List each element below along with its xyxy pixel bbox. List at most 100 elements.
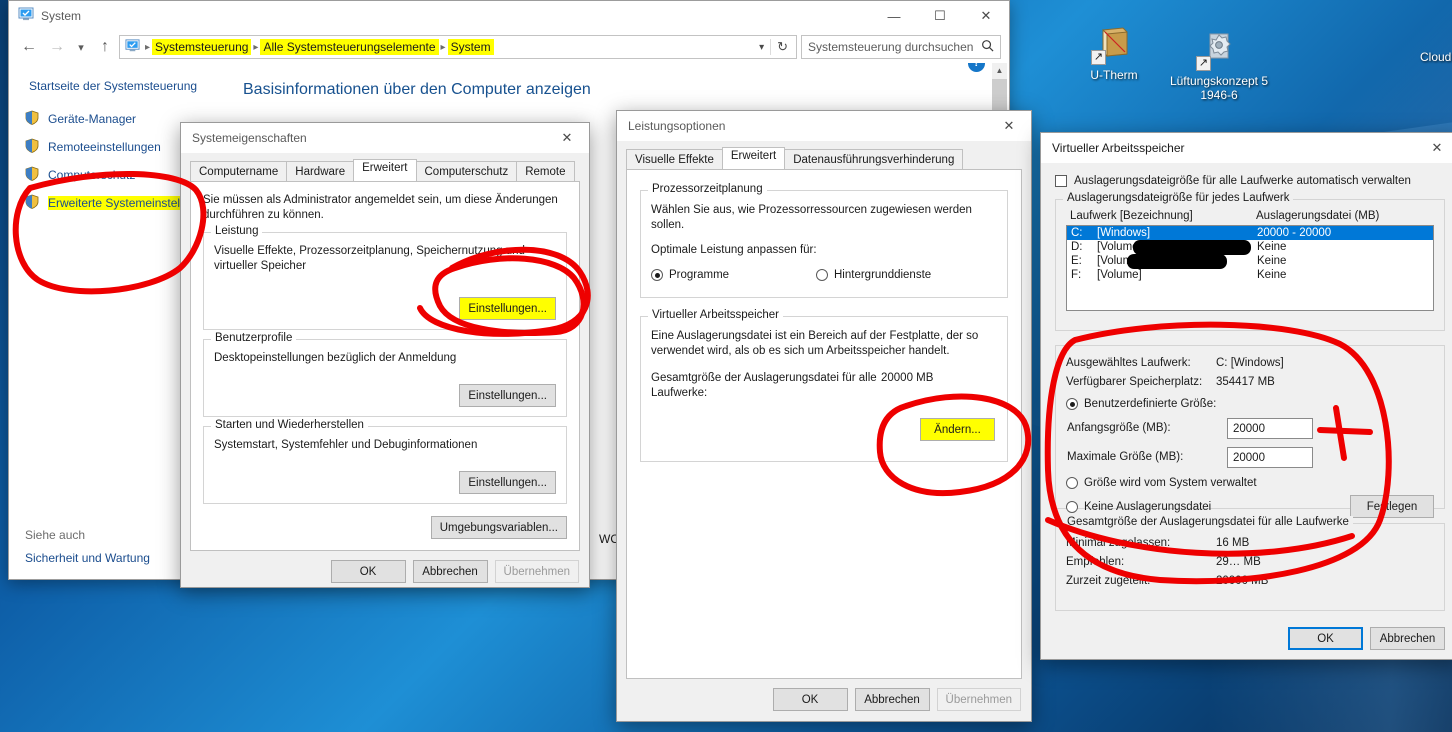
minimize-button[interactable]: — (871, 1, 917, 31)
refresh-icon[interactable]: ↻ (770, 39, 794, 55)
group-legend: Starten und Wiederherstellen (211, 419, 368, 431)
vm-total-value: 20000 MB (881, 372, 934, 384)
umgebungsvariablen-button[interactable]: Umgebungsvariablen... (430, 516, 567, 539)
breadcrumb-item-alle-elemente[interactable]: Alle Systemsteuerungselemente (260, 39, 439, 55)
radio-hintergrunddienste[interactable]: Hintergrunddienste (816, 269, 931, 281)
cancel-button[interactable]: Abbrechen (854, 688, 930, 711)
tab-visuelle-effekte[interactable]: Visuelle Effekte (626, 149, 723, 169)
festlegen-button[interactable]: Festlegen (1350, 495, 1434, 518)
vm-description: Eine Auslagerungsdatei ist ein Bereich a… (651, 330, 979, 357)
search-icon (981, 39, 994, 55)
table-row[interactable]: F: [Volume] Keine (1067, 268, 1433, 282)
row-drive: F: (1071, 269, 1082, 281)
tab-datenausfuehrungsverhinderung[interactable]: Datenausführungsverhinderung (784, 149, 964, 169)
checkbox-auto-manage[interactable]: Auslagerungsdateigröße für alle Laufwerk… (1055, 175, 1445, 187)
close-icon[interactable]: ✕ (1415, 133, 1452, 163)
maximale-groesse-label: Maximale Größe (MB): (1067, 451, 1184, 463)
radio-label: Programme (669, 269, 730, 281)
row-label: [Volume- (1097, 240, 1257, 255)
close-icon[interactable]: ✕ (987, 111, 1031, 141)
table-row[interactable]: E: [Volume- Keine (1067, 254, 1433, 269)
close-icon[interactable]: ✕ (545, 123, 589, 153)
tab-remote[interactable]: Remote (516, 161, 575, 181)
listbox-column-headers: Laufwerk [Bezeichnung] Auslagerungsdatei… (1066, 208, 1434, 222)
processor-prompt: Optimale Leistung anpassen für: (651, 244, 817, 256)
tab-hardware[interactable]: Hardware (286, 161, 355, 181)
table-row[interactable]: D: [Volume- Keine (1067, 240, 1433, 255)
tab-computername[interactable]: Computername (190, 161, 288, 181)
desktop-icon-lueftungskonzept[interactable]: ↗ Lüftungskonzept 5 1946-6 (1165, 28, 1273, 102)
group-description: Systemstart, Systemfehler und Debuginfor… (214, 439, 478, 451)
group-description: Desktopeinstellungen bezüglich der Anmel… (214, 352, 457, 364)
close-button[interactable]: ✕ (963, 1, 1009, 31)
maximize-button[interactable]: ☐ (917, 1, 963, 31)
gear-document-icon: ↗ (1196, 28, 1240, 71)
dialog-titlebar: Leistungsoptionen ✕ (617, 111, 1031, 141)
tab-strip: Computername Hardware Erweitert Computer… (181, 153, 589, 181)
row-pagefile: Keine (1257, 241, 1287, 253)
row-drive: E: (1071, 255, 1082, 267)
ok-button[interactable]: OK (330, 560, 406, 583)
group-per-drive: Auslagerungsdateigröße für jedes Laufwer… (1055, 192, 1445, 331)
desktop-icon-cloud-label[interactable]: Cloud (1420, 50, 1451, 64)
radio-label: Keine Auslagerungsdatei (1084, 500, 1212, 513)
maximale-groesse-input[interactable]: 20000 (1227, 447, 1313, 468)
up-button[interactable]: ↑ (91, 38, 119, 56)
table-row[interactable]: C: [Windows] 20000 - 20000 (1067, 226, 1433, 240)
anfangsgroesse-input[interactable]: 20000 (1227, 418, 1313, 439)
dialog-titlebar: Virtueller Arbeitsspeicher ✕ (1041, 133, 1452, 163)
dialog-title: Leistungsoptionen (628, 119, 726, 133)
group-legend: Auslagerungsdateigröße für jedes Laufwer… (1063, 192, 1294, 204)
apply-button: Übernehmen (494, 560, 579, 583)
breadcrumb-separator: ▸ (253, 41, 259, 53)
radio-programme[interactable]: Programme (651, 269, 816, 281)
tab-erweitert[interactable]: Erweitert (721, 147, 786, 169)
redaction-bar (1127, 254, 1227, 269)
sidebar-item-label: Geräte-Manager (48, 112, 137, 126)
sidebar-item-label: Remoteeinstellungen (48, 140, 161, 154)
address-bar[interactable]: ▸ Systemsteuerung ▸ Alle Systemsteuerung… (119, 35, 797, 59)
desktop-icon-label-line1: Lüftungskonzept 5 (1169, 74, 1269, 88)
column-header-auslagerungsdatei: Auslagerungsdatei (MB) (1256, 210, 1380, 222)
aendern-button[interactable]: Ändern... (920, 418, 995, 441)
search-input[interactable]: Systemsteuerung durchsuchen (808, 40, 973, 54)
dialog-title: Virtueller Arbeitsspeicher (1052, 141, 1185, 155)
anfangsgroesse-label: Anfangsgröße (MB): (1067, 422, 1171, 434)
drive-listbox[interactable]: C: [Windows] 20000 - 20000 D: [Volume- K… (1066, 225, 1434, 311)
benutzerprofile-einstellungen-button[interactable]: Einstellungen... (459, 384, 556, 407)
totals-value: 29… MB (1216, 556, 1261, 568)
ok-button[interactable]: OK (772, 688, 848, 711)
forward-button[interactable]: → (43, 38, 71, 56)
radio-groesse-system-verwaltet[interactable]: Größe wird vom System verwaltet (1066, 477, 1434, 489)
shortcut-arrow-icon: ↗ (1196, 56, 1211, 71)
tab-erweitert[interactable]: Erweitert (353, 159, 417, 181)
cancel-button[interactable]: Abbrechen (1370, 627, 1445, 650)
see-also-link-sicherheit-wartung[interactable]: Sicherheit und Wartung (25, 551, 150, 565)
starten-einstellungen-button[interactable]: Einstellungen... (459, 471, 556, 494)
radio-dot (816, 269, 828, 281)
breadcrumb-item-systemsteuerung[interactable]: Systemsteuerung (152, 39, 252, 55)
tab-computerschutz[interactable]: Computerschutz (415, 161, 518, 181)
totals-row-minimal: Minimal zugelassen: 16 MB (1066, 532, 1434, 553)
system-monitor-icon (18, 6, 34, 27)
desktop-icon-u-therm[interactable]: ↗ U-Therm (1060, 22, 1168, 82)
sidebar-home-link[interactable]: Startseite der Systemsteuerung (19, 77, 221, 105)
group-virtueller-arbeitsspeicher: Virtueller Arbeitsspeicher Eine Auslager… (640, 309, 1008, 462)
back-button[interactable]: ← (15, 38, 43, 56)
radio-benutzerdefinierte-groesse[interactable]: Benutzerdefinierte Größe: (1066, 398, 1434, 410)
totals-label: Minimal zugelassen: (1066, 537, 1171, 549)
search-box[interactable]: Systemsteuerung durchsuchen (801, 35, 1001, 59)
desktop-icon-label: U-Therm (1090, 68, 1138, 82)
leistung-einstellungen-button[interactable]: Einstellungen... (459, 297, 556, 320)
cancel-button[interactable]: Abbrechen (412, 560, 488, 583)
ok-button[interactable]: OK (1288, 627, 1363, 650)
help-icon[interactable]: ? (968, 63, 985, 72)
dialog-footer: OK Abbrechen (1041, 611, 1452, 660)
radio-keine-auslagerungsdatei[interactable]: Keine Auslagerungsdatei (1066, 500, 1212, 513)
address-dropdown-icon[interactable]: ▾ (753, 42, 770, 53)
recent-locations-button[interactable]: ▾ (71, 41, 91, 54)
scroll-up-arrow[interactable]: ▲ (992, 63, 1007, 79)
group-drive-settings: Ausgewähltes Laufwerk: C: [Windows] Verf… (1055, 345, 1445, 518)
breadcrumb-item-system[interactable]: System (447, 39, 494, 55)
tab-panel-erweitert: Prozessorzeitplanung Wählen Sie aus, wie… (626, 169, 1022, 679)
